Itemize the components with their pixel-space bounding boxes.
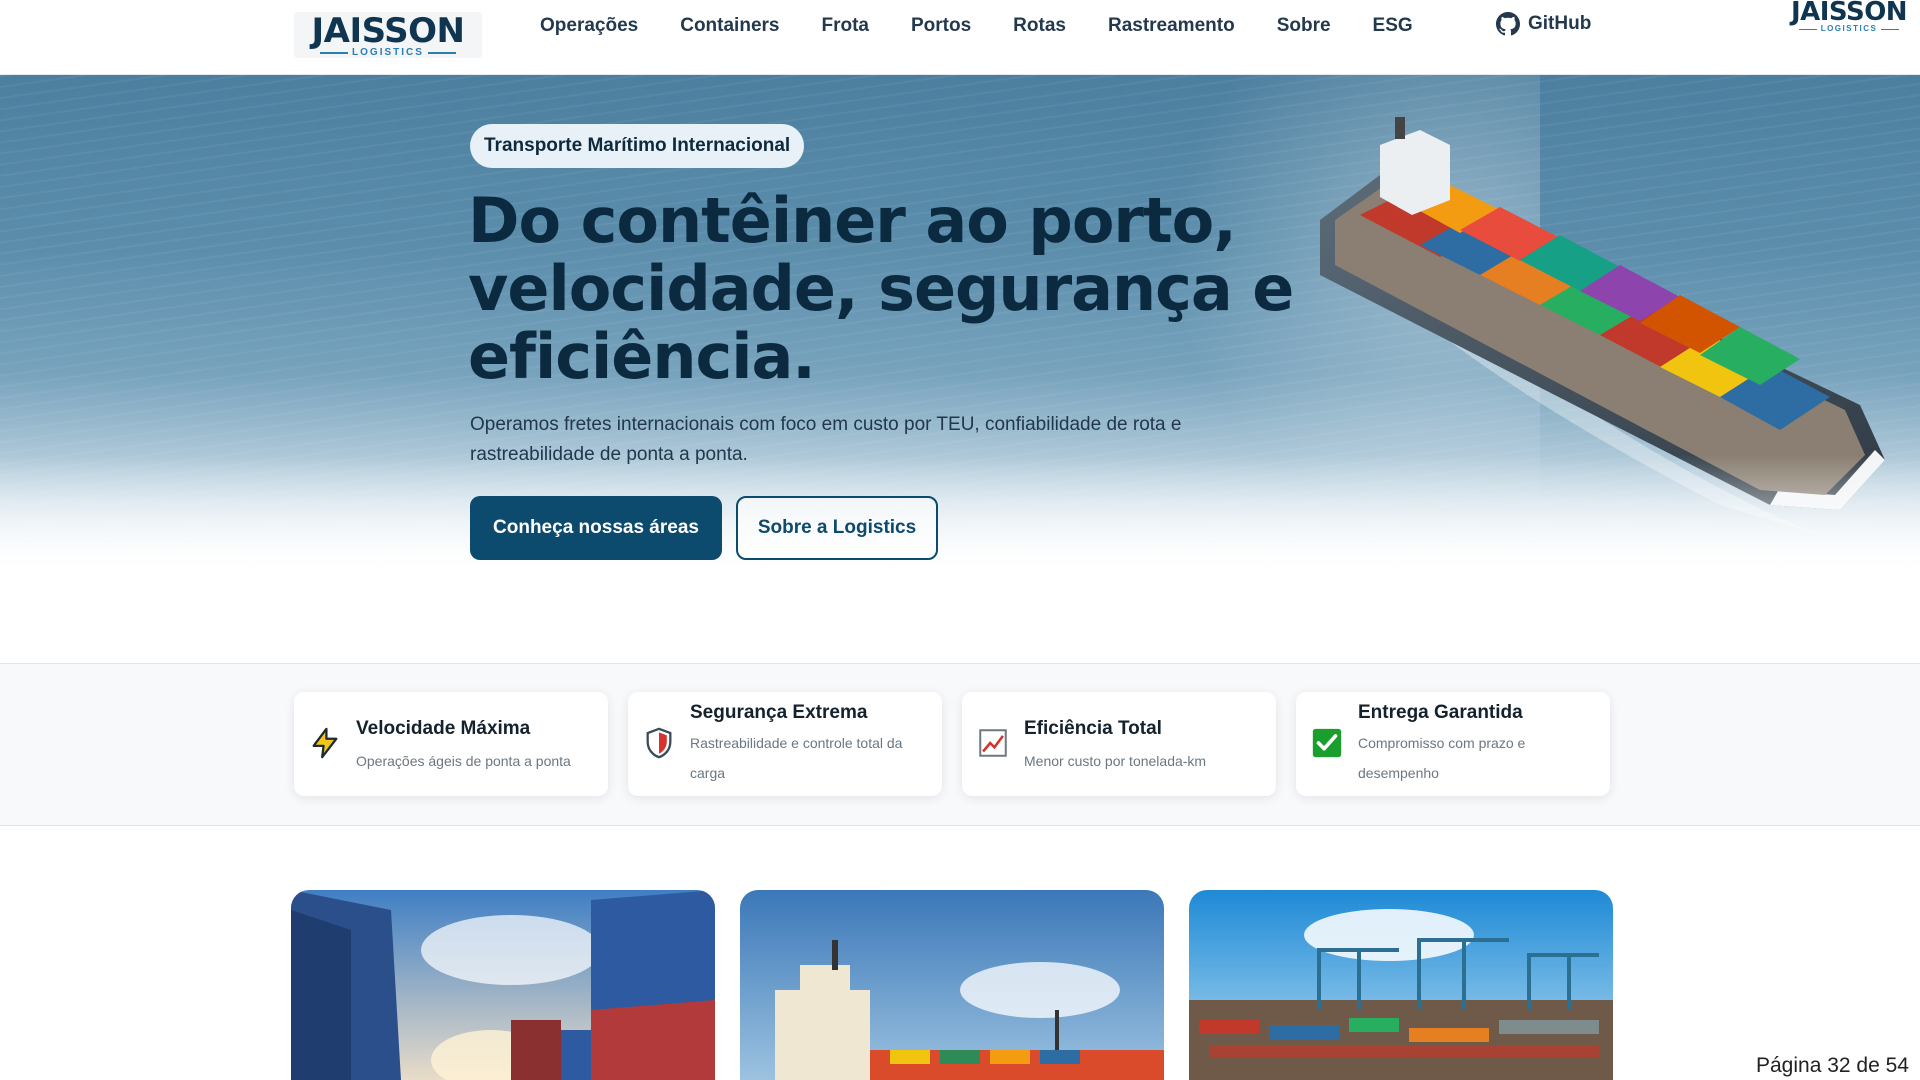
shield-icon [646,727,672,759]
page-number: Página 32 de 54 [1756,1054,1909,1077]
nav-link-portos[interactable]: Portos [911,15,971,37]
brand-logo[interactable]: JAISSON LOGISTICS [294,12,482,58]
card-fleet[interactable] [740,890,1164,1080]
hero-headline: Do contêiner ao porto, velocidade, segur… [468,184,1294,393]
hero-badge: Transporte Marítimo Internacional [470,124,805,168]
nav-link-frota[interactable]: Frota [821,15,869,37]
feature-title: Entrega Garantida [1358,702,1523,723]
hero-lede: Operamos fretes internacionais com foco … [470,414,1182,465]
feature-desc: Operações ágeis de ponta a ponta [356,753,571,769]
feature-desc: Menor custo por tonelada-km [1024,753,1207,769]
corner-logo-wordmark: JAISSON [1790,0,1908,27]
nav-link-rotas[interactable]: Rotas [1013,15,1066,37]
area-cards [0,890,1920,1080]
github-label: GitHub [1528,13,1592,34]
feature-card-security: Segurança Extrema Rastreabilidade e cont… [628,692,942,796]
logo-wordmark: JAISSON [311,11,465,51]
lightning-icon [312,727,338,759]
chart-up-icon [979,729,1007,757]
about-logistics-button[interactable]: Sobre a Logistics [736,496,938,560]
feature-title: Velocidade Máxima [356,718,531,739]
feature-card-efficiency: Eficiência Total Menor custo por tonelad… [962,692,1276,796]
github-link[interactable]: GitHub [1496,12,1591,36]
main-nav: Operações Containers Frota Portos Rotas … [540,0,1455,52]
check-icon [1312,728,1342,758]
hero-section: Transporte Marítimo Internacional Do con… [0,75,1920,575]
github-icon [1496,12,1520,36]
feature-card-speed: Velocidade Máxima Operações ágeis de pon… [294,692,608,796]
card-ports[interactable] [1189,890,1613,1080]
features-strip: Velocidade Máxima Operações ágeis de pon… [0,663,1920,826]
feature-desc: Rastreabilidade e controle total da carg… [690,735,903,781]
corner-logo: JAISSON LOGISTICS [1790,0,1908,34]
container-ship-image [740,890,1164,1080]
nav-link-containers[interactable]: Containers [680,15,779,37]
port-cranes-image [1189,890,1613,1080]
container-stacks-image [291,890,715,1080]
corner-logo-subtitle: LOGISTICS [1820,24,1878,33]
card-containers[interactable] [291,890,715,1080]
feature-title: Segurança Extrema [690,702,868,723]
nav-link-rastreamento[interactable]: Rastreamento [1108,15,1235,37]
nav-link-operacoes[interactable]: Operações [540,15,638,37]
nav-link-sobre[interactable]: Sobre [1277,15,1331,37]
explore-areas-button[interactable]: Conheça nossas áreas [470,496,722,560]
feature-card-delivery: Entrega Garantida Compromisso com prazo … [1296,692,1610,796]
top-navbar: JAISSON LOGISTICS Operações Containers F… [0,0,1920,75]
feature-desc: Compromisso com prazo e desempenho [1358,735,1526,781]
feature-title: Eficiência Total [1024,718,1162,739]
logo-subtitle: LOGISTICS [352,47,424,58]
nav-link-esg[interactable]: ESG [1373,15,1413,37]
